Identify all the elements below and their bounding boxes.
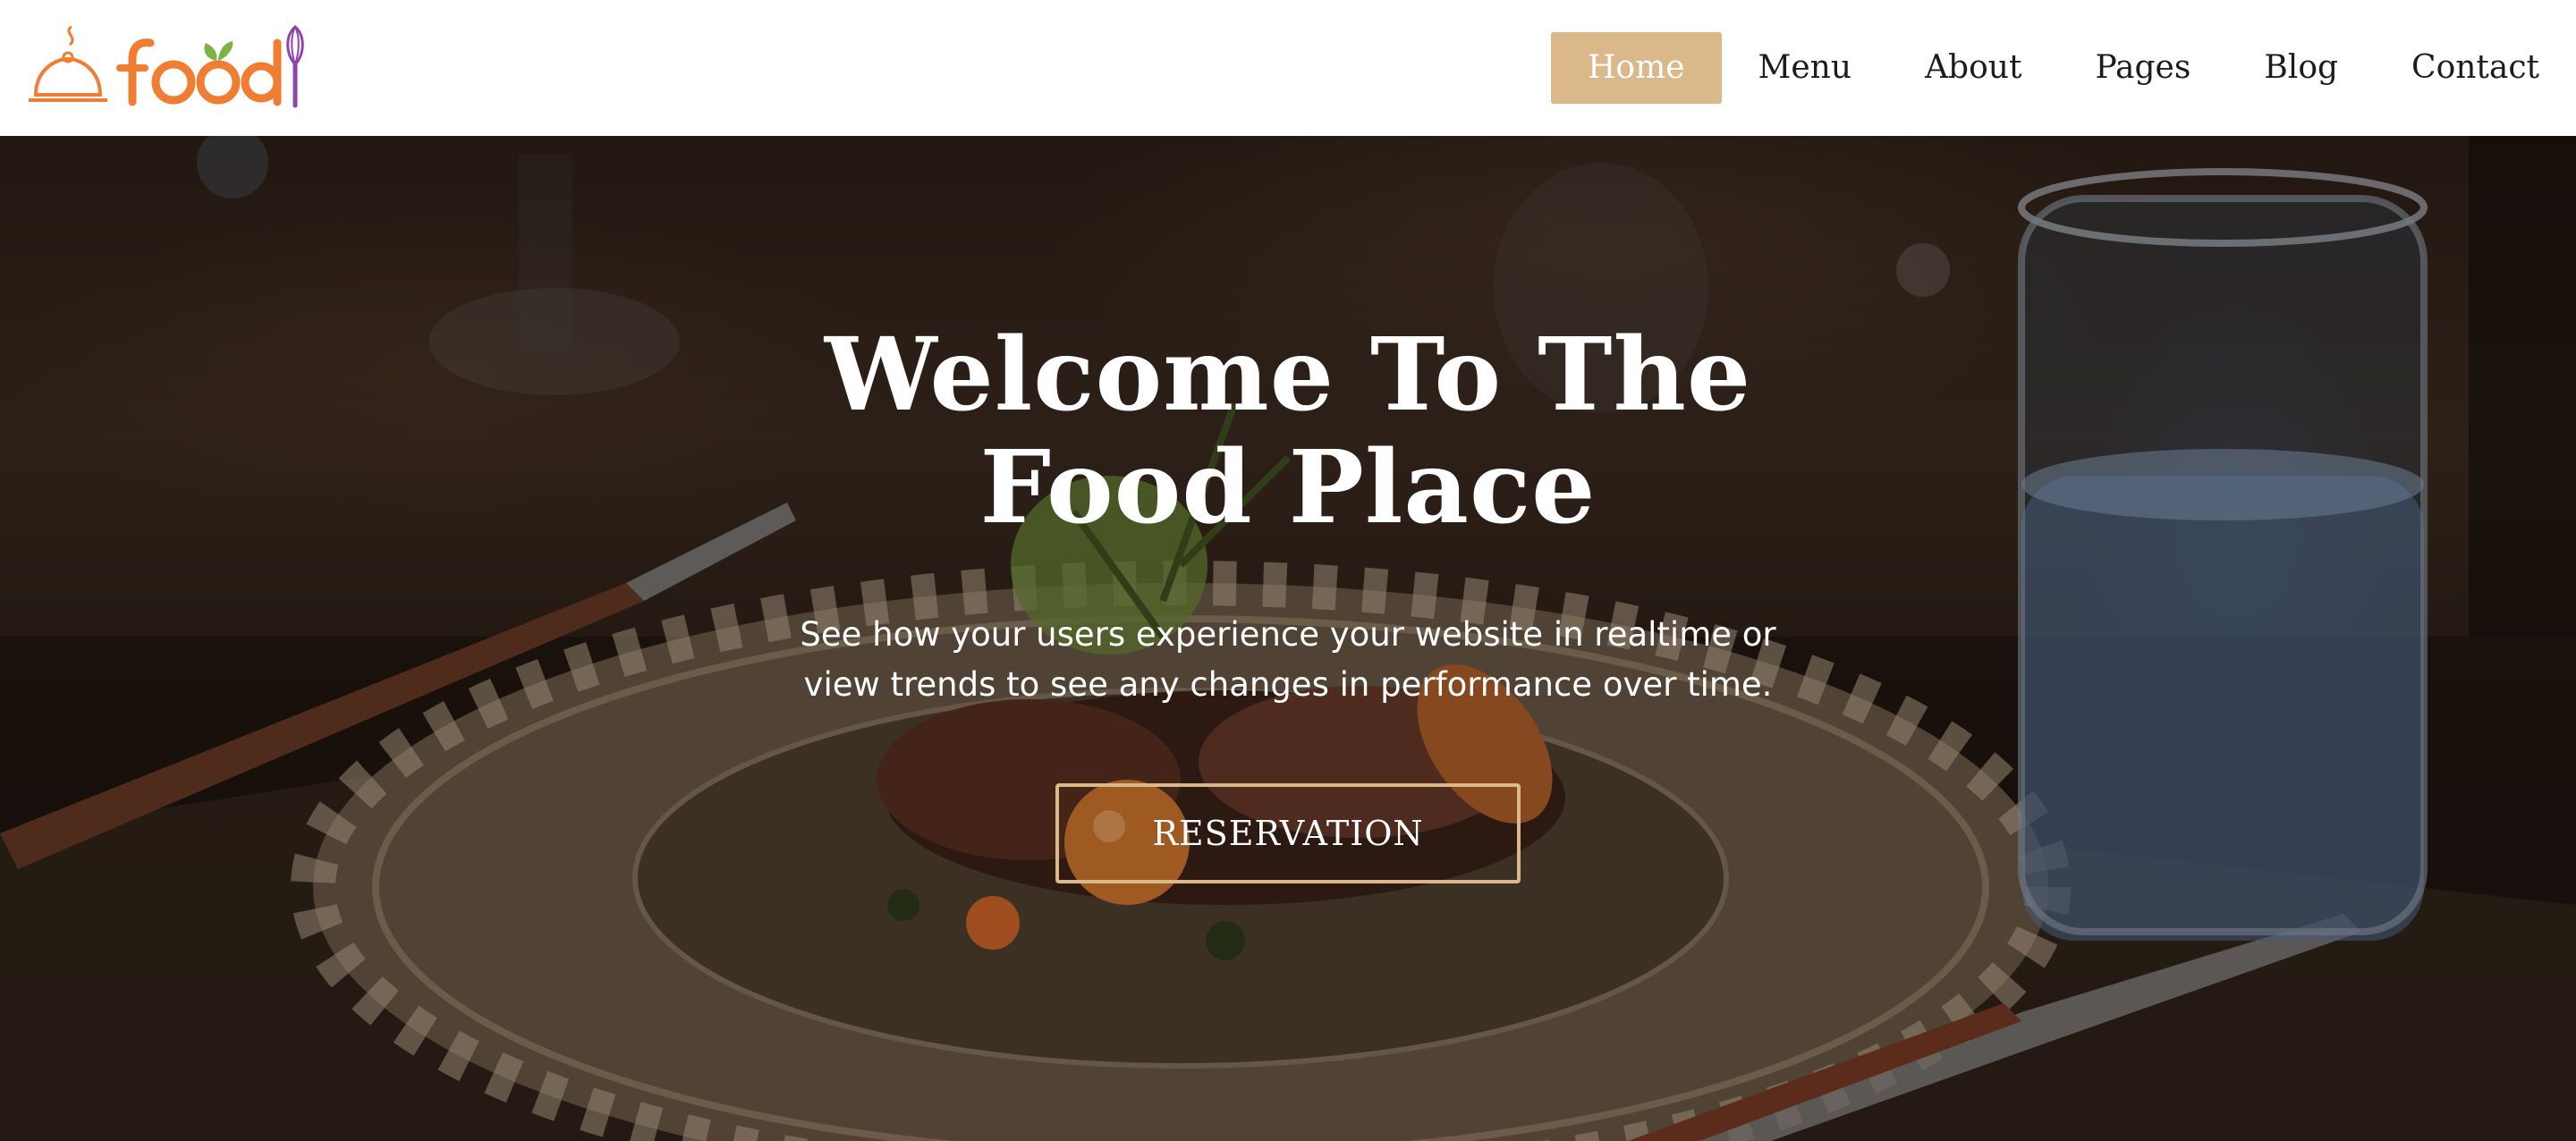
main-nav: Home Menu About Pages Blog Contact [1551, 0, 2576, 136]
nav-blog[interactable]: Blog [2227, 32, 2375, 104]
food-logo[interactable] [27, 16, 304, 113]
cloche-icon [29, 25, 107, 102]
hero-section: Welcome To The Food Place See how your u… [0, 136, 2576, 1141]
whisk-icon [286, 25, 304, 108]
nav-menu[interactable]: Menu [1722, 32, 1889, 104]
reservation-button[interactable]: RESERVATION [1055, 783, 1521, 883]
hero-subtitle-line-2: view trends to see any changes in perfor… [803, 665, 1773, 704]
hero-content: Welcome To The Food Place See how your u… [0, 136, 2576, 1141]
nav-contact[interactable]: Contact [2375, 32, 2576, 104]
logo-wordmark [116, 38, 282, 106]
hero-title: Welcome To The Food Place [662, 319, 1914, 545]
hero-title-line-1: Welcome To The [824, 317, 1752, 434]
nav-home[interactable]: Home [1551, 32, 1722, 104]
hero-subtitle-line-1: See how your users experience your websi… [800, 615, 1776, 654]
hero-subtitle: See how your users experience your websi… [751, 610, 1825, 710]
site-header: Home Menu About Pages Blog Contact [0, 0, 2576, 136]
hero-title-line-2: Food Place [979, 429, 1597, 546]
nav-about[interactable]: About [1888, 32, 2058, 104]
nav-pages[interactable]: Pages [2058, 32, 2227, 104]
